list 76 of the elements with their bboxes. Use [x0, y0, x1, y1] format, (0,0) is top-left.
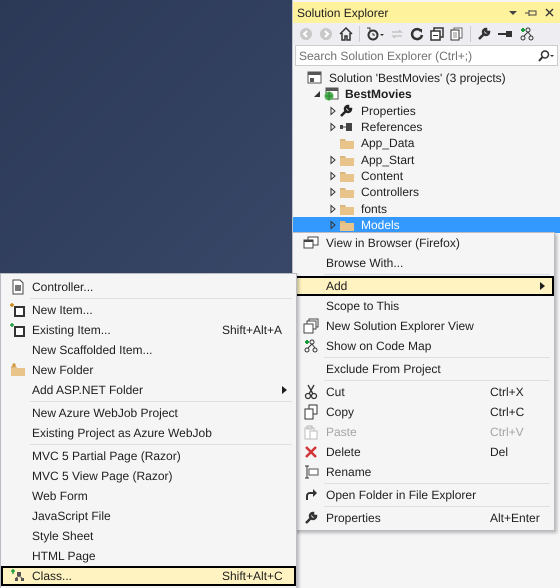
menu-item[interactable]: Properties Alt+Enter — [293, 508, 554, 528]
menu-item[interactable]: Rename — [293, 462, 554, 482]
menu-item[interactable]: New Scaffolded Item... — [1, 340, 296, 360]
menu-item[interactable]: HTML Page — [1, 546, 296, 566]
menu-item[interactable]: Style Sheet — [1, 526, 296, 546]
folder-icon — [339, 136, 355, 150]
menu-item[interactable]: New Solution Explorer View — [293, 316, 554, 336]
pin-icon[interactable] — [525, 8, 537, 16]
tree-item[interactable]: Controllers — [293, 184, 560, 200]
refresh-icon[interactable] — [410, 27, 424, 41]
menu-item[interactable]: Copy Ctrl+C — [293, 402, 554, 422]
menu-item[interactable]: New Azure WebJob Project — [1, 403, 296, 423]
expand-arrow-icon[interactable] — [328, 204, 338, 214]
submenu-arrow-icon — [540, 282, 545, 290]
expand-arrow-icon[interactable] — [328, 154, 338, 165]
wrench-icon — [304, 511, 318, 525]
documents-icon[interactable] — [450, 27, 464, 41]
menu-item[interactable]: MVC 5 View Page (Razor) — [1, 466, 296, 486]
tree-item[interactable]: Properties — [293, 102, 560, 119]
menu-item[interactable]: Scope to This — [293, 296, 554, 316]
expand-arrow-icon[interactable] — [328, 122, 338, 132]
project-icon — [323, 87, 339, 102]
wrench-icon[interactable] — [477, 27, 491, 41]
dropdown-icon[interactable] — [509, 10, 517, 16]
tree-item[interactable]: Content — [293, 168, 560, 184]
menu-item[interactable]: Show on Code Map — [293, 336, 554, 356]
scissors-icon — [304, 384, 318, 400]
menu-item[interactable]: Open Folder in File Explorer — [293, 485, 554, 505]
solution-icon — [307, 71, 323, 86]
tree-item[interactable]: fonts — [293, 200, 560, 217]
menu-item[interactable]: Class... Shift+Alt+C — [1, 566, 296, 586]
menu-item[interactable]: Web Form — [1, 486, 296, 506]
rename-icon — [302, 465, 318, 479]
paste-icon — [304, 424, 318, 440]
class-icon — [10, 568, 26, 584]
search-field[interactable]: Search Solution Explorer (Ctrl+;) — [295, 45, 558, 66]
panel-title: Solution Explorer — [297, 6, 390, 20]
menu-item[interactable]: View in Browser (Firefox) — [293, 233, 554, 253]
folder-icon — [339, 185, 355, 200]
collapse-all-icon[interactable] — [430, 27, 444, 41]
menu-item[interactable]: Delete Del — [293, 442, 554, 462]
folder-icon — [10, 363, 26, 377]
search-icon[interactable] — [536, 50, 554, 62]
submenu-arrow-icon — [282, 386, 287, 394]
expand-arrow-icon[interactable] — [328, 106, 338, 116]
menu-item[interactable]: Exclude From Project — [293, 359, 554, 379]
expand-arrow-icon[interactable] — [328, 187, 338, 198]
home-icon[interactable] — [339, 27, 353, 41]
menu-item[interactable]: Browse With... — [293, 253, 554, 273]
code-map-icon[interactable] — [519, 26, 535, 42]
menu-item[interactable]: Add ASP.NET Folder — [1, 380, 296, 400]
menu-item[interactable]: Controller... — [1, 277, 296, 297]
menu-item[interactable]: New Item... — [1, 300, 296, 320]
menu-item[interactable]: JavaScript File — [1, 506, 296, 526]
wrench-icon — [339, 104, 353, 118]
menu-item[interactable]: New Folder — [1, 360, 296, 380]
tree-item[interactable]: BestMovies — [293, 86, 560, 103]
redo-arrow-icon — [304, 488, 318, 502]
menu-item[interactable]: MVC 5 Partial Page (Razor) — [1, 446, 296, 466]
tree-item[interactable]: References — [293, 118, 560, 136]
menu-item[interactable]: Existing Item... Shift+Alt+A — [1, 320, 296, 340]
windows-icon — [302, 318, 318, 334]
menu-item[interactable]: Existing Project as Azure WebJob — [1, 423, 296, 443]
close-icon[interactable] — [545, 8, 554, 17]
collapse-arrow-icon[interactable] — [312, 89, 322, 100]
expand-arrow-icon[interactable] — [328, 170, 338, 181]
menu-item[interactable]: Cut Ctrl+X — [293, 382, 554, 402]
browser-icon — [302, 236, 318, 250]
tree-item[interactable]: App_Start — [293, 151, 560, 168]
tree-item[interactable]: Solution 'BestMovies' (3 projects) — [293, 70, 560, 86]
copy-icon — [304, 404, 318, 420]
tree-item[interactable]: App_Data — [293, 135, 560, 152]
history-icon[interactable] — [366, 27, 384, 41]
code-map-icon — [302, 338, 318, 354]
document-icon — [10, 279, 24, 295]
delete-icon — [304, 445, 318, 459]
